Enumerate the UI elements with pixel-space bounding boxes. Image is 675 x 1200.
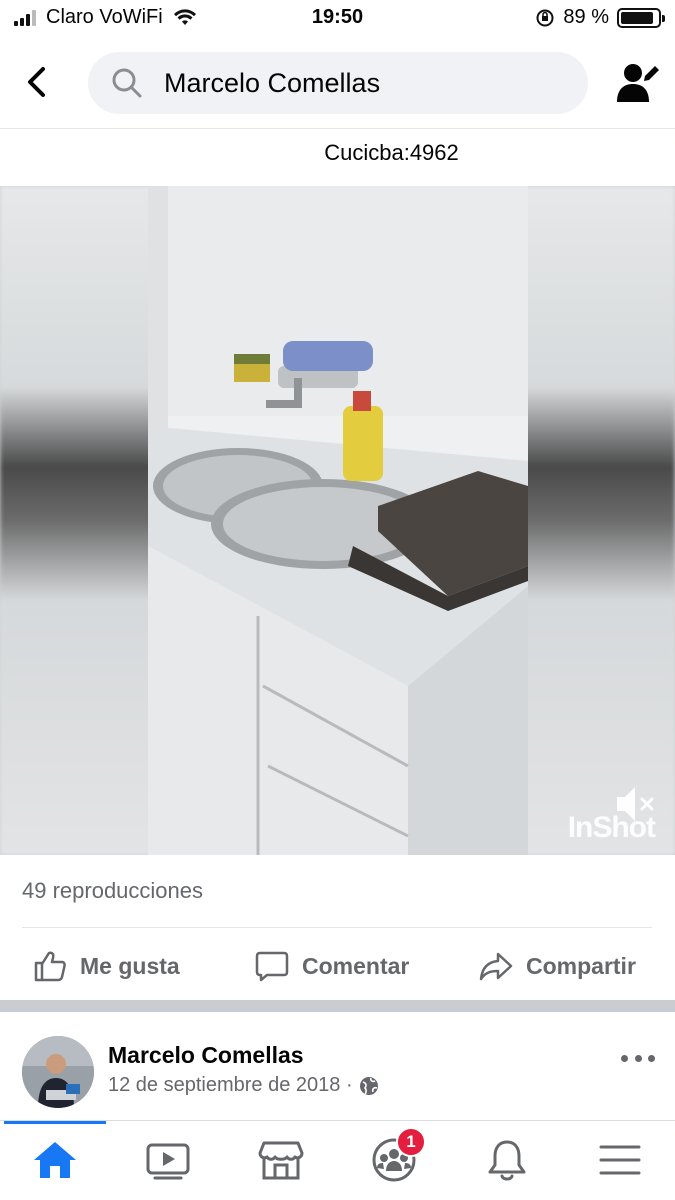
comment-bubble-icon (255, 951, 289, 982)
battery-fill (621, 11, 654, 24)
chevron-left-icon (28, 67, 45, 97)
home-tab[interactable] (27, 1135, 83, 1185)
hamburger-menu-icon (599, 1145, 641, 1175)
kitchen-sink-video-still (148, 186, 528, 855)
comment-label: Comentar (302, 952, 410, 979)
header-divider (0, 128, 675, 129)
avatar[interactable] (22, 1036, 94, 1108)
feed-separator (0, 1000, 675, 1012)
muted-speaker-icon[interactable] (613, 781, 659, 827)
battery-icon (617, 7, 665, 28)
search-query: Marcelo Comellas (164, 67, 381, 98)
post-date[interactable]: 12 de septiembre de 2018 · (108, 1074, 353, 1097)
post-actions: Me gusta Comentar Compartir (0, 940, 675, 992)
notifications-tab[interactable] (479, 1135, 535, 1185)
orientation-lock-icon (536, 9, 554, 26)
back-button[interactable] (16, 60, 56, 104)
thumbs-up-icon (34, 951, 66, 982)
bell-icon (488, 1140, 526, 1181)
search-input[interactable]: Marcelo Comellas (88, 52, 588, 114)
caption-text: Cucicba:4962 (324, 140, 459, 165)
video-play-icon (146, 1143, 190, 1180)
user-edit-icon (617, 64, 659, 102)
battery-percent: 89 % (563, 6, 609, 28)
marketplace-tab[interactable] (253, 1135, 309, 1185)
like-label: Me gusta (80, 952, 180, 979)
post-header: Marcelo Comellas 12 de septiembre de 201… (0, 1012, 675, 1120)
post-caption: Cucicba:4962 (0, 140, 675, 166)
share-arrow-icon (479, 952, 513, 981)
view-count: 49 reproducciones (22, 878, 204, 903)
watch-tab[interactable] (140, 1135, 196, 1185)
profile-button[interactable] (615, 60, 661, 106)
more-options-button[interactable] (621, 1048, 655, 1068)
more-dot-icon (648, 1054, 655, 1062)
globe-icon (359, 1076, 378, 1095)
video-frame (148, 186, 528, 855)
home-icon (34, 1142, 76, 1178)
search-header: Marcelo Comellas (0, 40, 675, 128)
author-avatar-image (22, 1036, 94, 1108)
actions-divider (22, 927, 652, 928)
search-icon (112, 68, 142, 98)
video-player[interactable]: InShot (0, 186, 675, 855)
share-button[interactable]: Compartir (478, 940, 636, 992)
groups-notification-badge: 1 (396, 1127, 426, 1157)
store-icon (258, 1141, 304, 1180)
post-author-name[interactable]: Marcelo Comellas (108, 1042, 304, 1069)
like-button[interactable]: Me gusta (32, 940, 180, 992)
status-bar: Claro VoWiFi 19:50 89 % (0, 0, 675, 38)
groups-tab[interactable]: 1 (366, 1127, 426, 1185)
comment-button[interactable]: Comentar (254, 940, 409, 992)
more-dot-icon (634, 1054, 642, 1062)
post-meta: 12 de septiembre de 2018 · (108, 1074, 379, 1097)
menu-tab[interactable] (592, 1135, 648, 1185)
more-dot-icon (621, 1054, 628, 1062)
bottom-tab-bar: 1 (0, 1120, 675, 1200)
status-right: 89 % (535, 6, 665, 29)
active-tab-indicator (4, 1121, 106, 1124)
share-label: Compartir (526, 952, 636, 979)
